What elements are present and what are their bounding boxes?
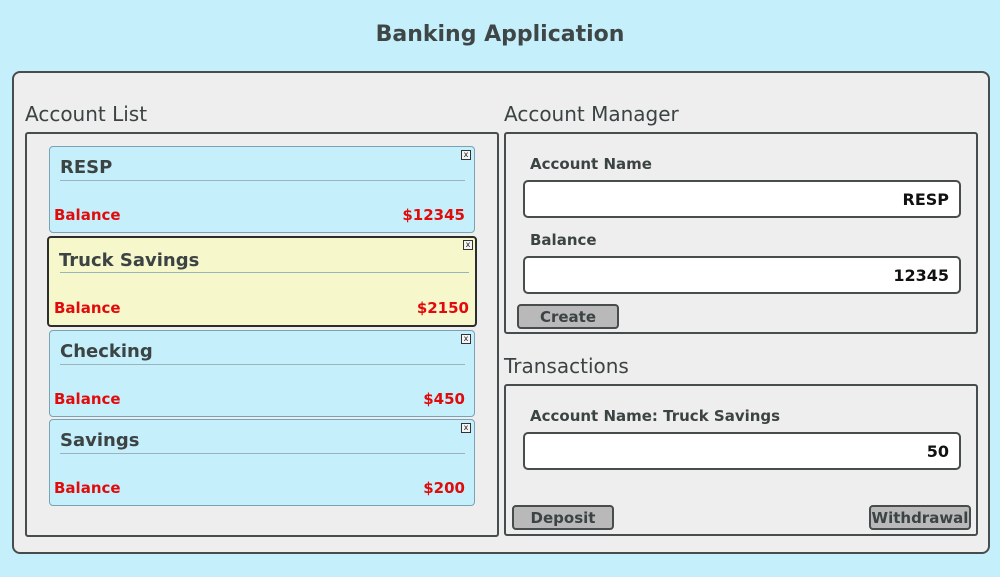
account-card-name: Truck Savings: [59, 250, 200, 271]
balance-label: Balance: [530, 231, 597, 249]
account-list-panel: RESP Balance $12345 x Truck Savings Bala…: [25, 132, 499, 537]
withdrawal-button[interactable]: Withdrawal: [869, 505, 971, 530]
account-card-name: Checking: [60, 341, 153, 362]
account-card-selected[interactable]: Truck Savings Balance $2150 x: [47, 236, 477, 327]
account-card[interactable]: RESP Balance $12345 x: [49, 146, 475, 233]
account-manager-panel: Account Name Balance Create: [504, 132, 978, 334]
account-name-field[interactable]: [523, 180, 961, 218]
create-button[interactable]: Create: [517, 304, 619, 329]
card-divider: [60, 453, 465, 454]
close-icon[interactable]: x: [461, 150, 471, 160]
account-card-balance: $200: [423, 479, 465, 497]
account-card-balance: $2150: [416, 299, 469, 317]
transaction-account-label: Account Name: Truck Savings: [530, 407, 781, 425]
account-card[interactable]: Savings Balance $200 x: [49, 419, 475, 506]
account-card-balance: $450: [423, 390, 465, 408]
account-name-label: Account Name: [530, 155, 652, 173]
transactions-panel: Account Name: Truck Savings Deposit With…: [504, 384, 978, 536]
account-card-balance-label: Balance: [54, 206, 121, 224]
card-divider: [60, 364, 465, 365]
amount-field[interactable]: [523, 432, 961, 470]
account-card-balance-label: Balance: [54, 479, 121, 497]
account-card-balance-label: Balance: [54, 390, 121, 408]
deposit-button[interactable]: Deposit: [512, 505, 614, 530]
account-card[interactable]: Checking Balance $450 x: [49, 330, 475, 417]
account-card-balance-label: Balance: [54, 299, 121, 317]
account-list-title: Account List: [25, 102, 148, 126]
balance-field[interactable]: [523, 256, 961, 294]
close-icon[interactable]: x: [461, 423, 471, 433]
account-card-name: RESP: [60, 157, 113, 178]
close-icon[interactable]: x: [461, 334, 471, 344]
account-manager-title: Account Manager: [504, 102, 679, 126]
account-card-balance: $12345: [402, 206, 465, 224]
app-title: Banking Application: [375, 22, 625, 47]
close-icon[interactable]: x: [463, 240, 473, 250]
account-card-name: Savings: [60, 430, 140, 451]
transactions-title: Transactions: [504, 354, 629, 378]
card-divider: [60, 180, 465, 181]
card-divider: [60, 272, 469, 273]
